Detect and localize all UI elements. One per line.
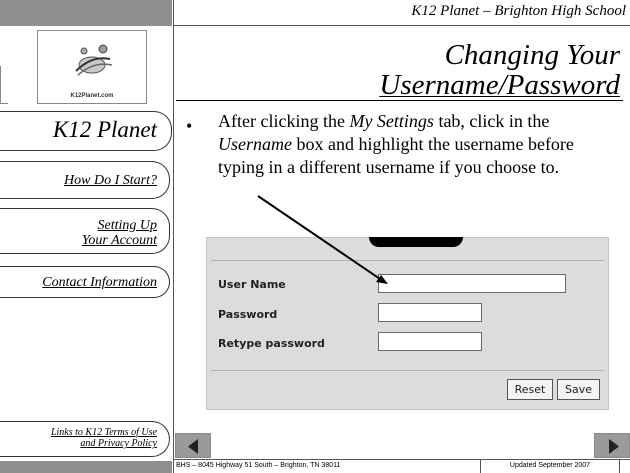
triangle-left-icon (188, 439, 198, 454)
terms-link-line2: and Privacy Policy (80, 438, 157, 449)
terms-link-line1: Links to K12 Terms of Use (50, 427, 157, 438)
retype-password-label: Retype password (218, 337, 325, 350)
footer-updated: Updated September 2007 (480, 460, 620, 473)
logo-text: K12Planet.com (70, 93, 114, 99)
triangle-right-icon (609, 439, 619, 454)
title-rule (176, 100, 623, 101)
sidebar-item-contact-information[interactable]: Contact Information (0, 266, 170, 298)
save-button[interactable]: Save (557, 379, 600, 400)
reset-button[interactable]: Reset (507, 379, 553, 400)
form-bottom-rule (211, 370, 604, 371)
sidebar-item-setting-up-account[interactable]: Setting Up Your Account (0, 208, 170, 254)
previous-slide-button[interactable] (175, 433, 211, 458)
bullet-marker: • (186, 116, 193, 136)
terms-privacy-link[interactable]: Links to K12 Terms of Use and Privacy Po… (0, 421, 170, 457)
sidebar-item-label-line2: Your Account (81, 233, 157, 248)
sidebar-item-how-do-i-start[interactable]: How Do I Start? (0, 161, 170, 199)
settings-form-screenshot: User Name Password Retype password Reset… (206, 237, 609, 410)
sidebar-item-label: How Do I Start? (64, 173, 157, 188)
logo-frame-corner (0, 66, 8, 104)
header-bar: K12 Planet – Brighton High School (174, 0, 630, 26)
page-title: Changing Your Username/Password (180, 40, 620, 100)
username-field[interactable] (378, 274, 566, 293)
instruction-part: tab, click in the (433, 111, 550, 131)
planet-logo-icon (75, 44, 113, 76)
footer-address: BHS – 8045 Highway 51 South – Brighton, … (176, 462, 341, 469)
sidebar-item-label: Contact Information (42, 275, 157, 290)
sidebar-top-band (0, 0, 172, 26)
my-settings-term: My Settings (349, 111, 434, 131)
brand-label: K12 Planet (52, 117, 157, 142)
username-label: User Name (218, 278, 286, 291)
instruction-text: After clicking the My Settings tab, clic… (218, 110, 618, 179)
title-line2: Username/Password (379, 69, 620, 101)
sidebar-brand: K12 Planet (0, 111, 172, 151)
sidebar: K12Planet.com K12 Planet How Do I Start?… (0, 0, 172, 473)
sidebar-bottom-band (0, 461, 172, 473)
my-settings-tab (369, 237, 463, 247)
username-term: Username (218, 134, 292, 154)
school-name: K12 Planet – Brighton High School (411, 3, 626, 19)
next-slide-button[interactable] (594, 433, 630, 458)
divider (173, 0, 174, 473)
sidebar-item-label-line1: Setting Up (97, 218, 158, 233)
retype-password-field[interactable] (378, 332, 482, 351)
title-line1: Changing Your (444, 39, 620, 71)
password-label: Password (218, 308, 278, 321)
instruction-part: After clicking the (218, 111, 350, 131)
password-field[interactable] (378, 303, 482, 322)
form-top-rule (211, 260, 604, 261)
k12planet-logo: K12Planet.com (37, 30, 147, 104)
